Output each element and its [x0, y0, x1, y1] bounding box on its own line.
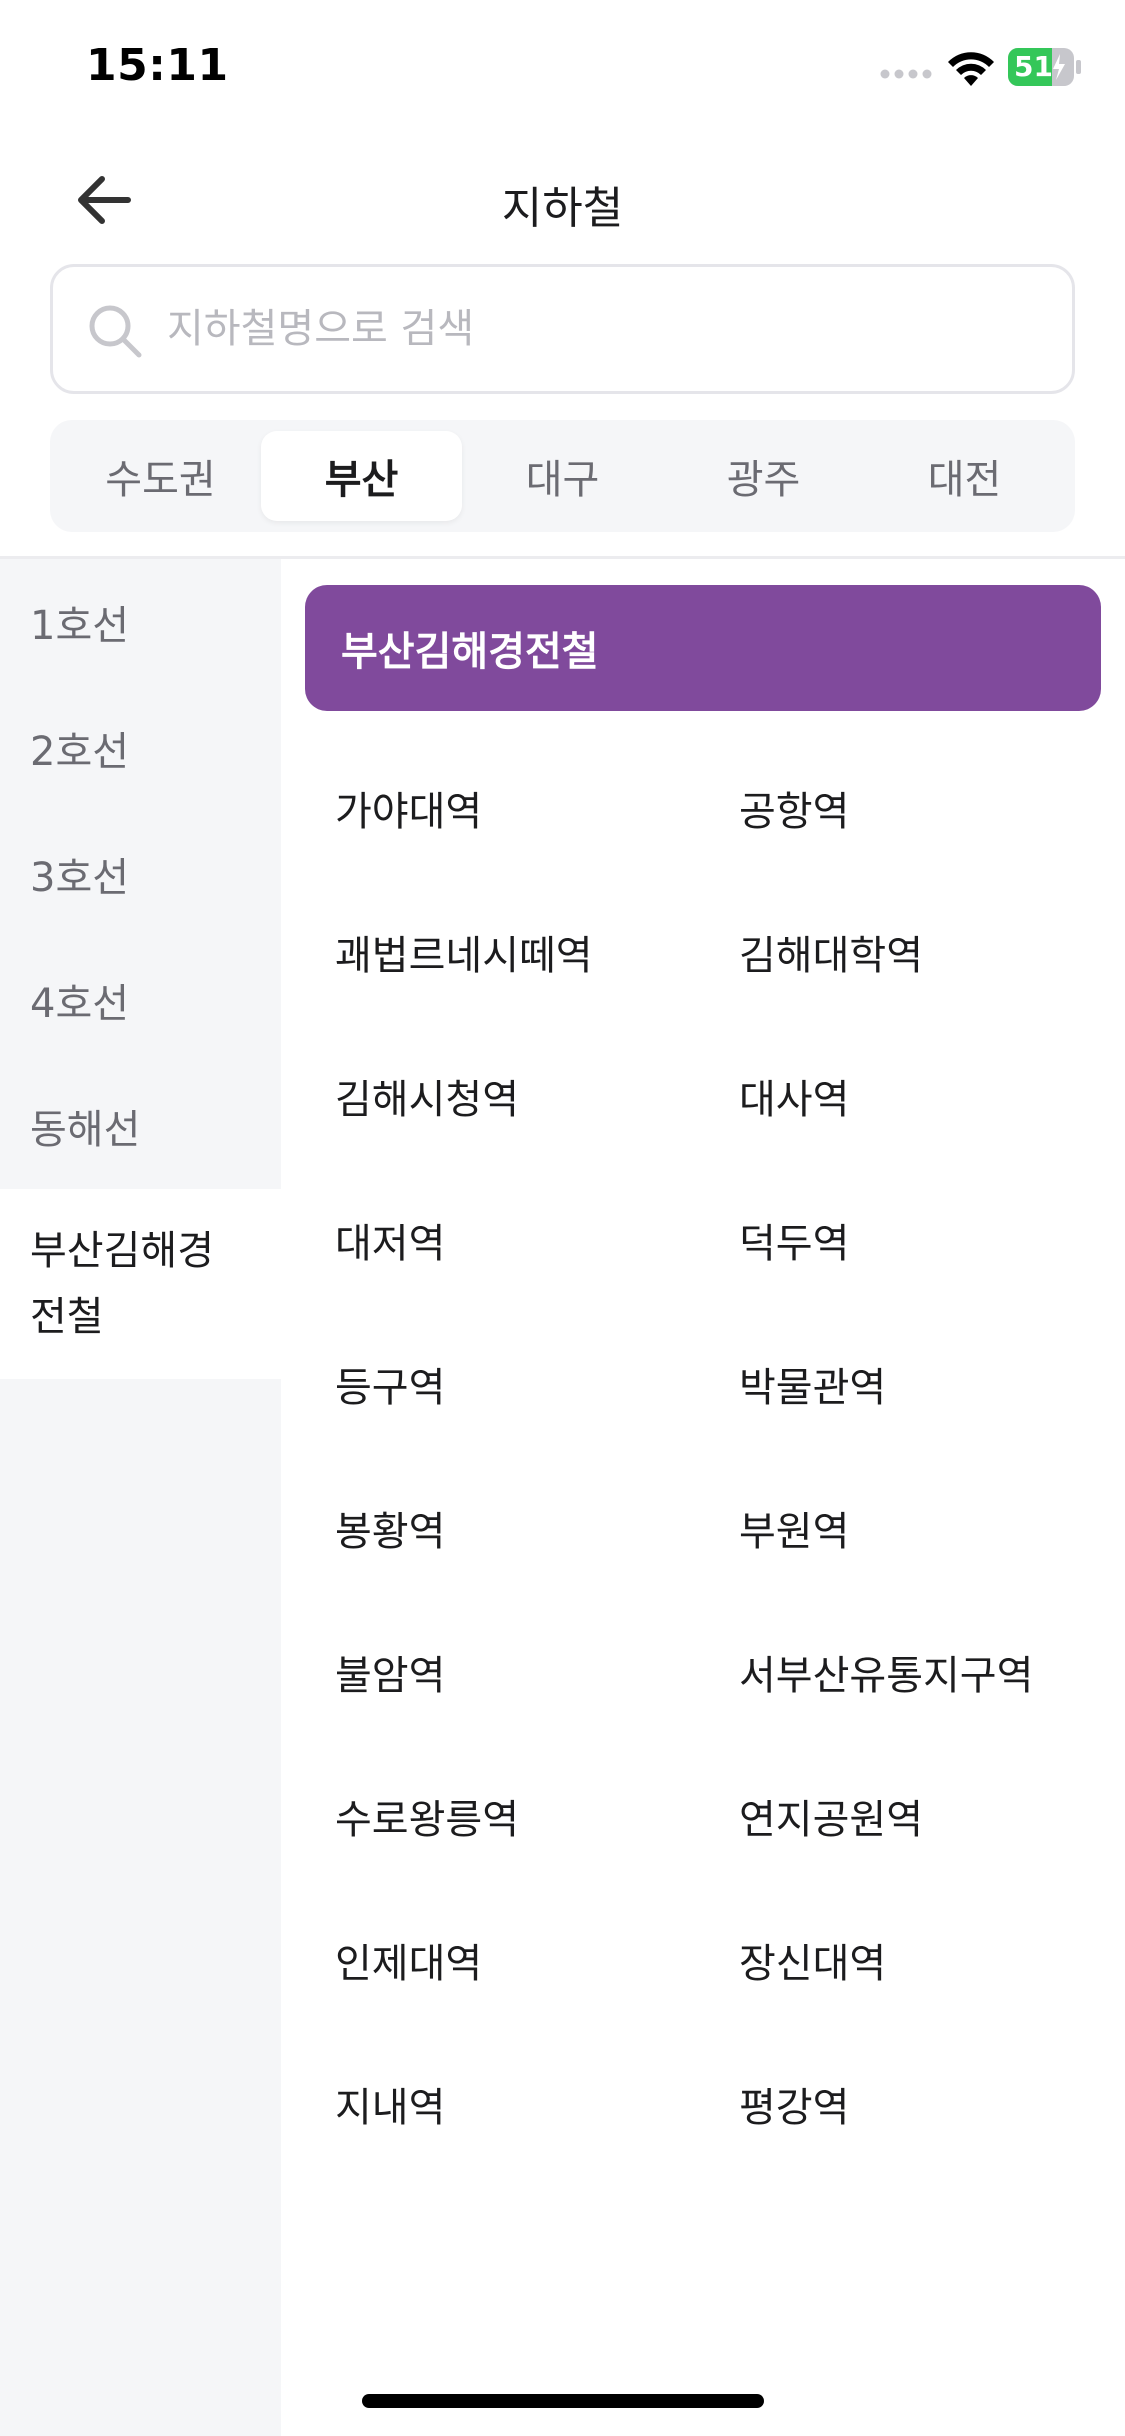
tab-capital-area[interactable]: 수도권: [60, 431, 261, 521]
station-item[interactable]: 대사역: [739, 1067, 849, 1125]
station-item[interactable]: 덕두역: [739, 1211, 849, 1269]
station-item[interactable]: 부원역: [739, 1499, 849, 1557]
station-item[interactable]: 불암역: [335, 1643, 445, 1701]
station-item[interactable]: 장신대역: [739, 1931, 886, 1989]
selected-line-header: 부산김해경전철: [305, 585, 1101, 711]
search-input[interactable]: [167, 267, 1047, 391]
station-item[interactable]: 지내역: [335, 2075, 445, 2133]
wifi-icon: [948, 52, 994, 86]
station-item[interactable]: 서부산유통지구역: [739, 1643, 1033, 1701]
station-item[interactable]: 박물관역: [739, 1355, 886, 1413]
battery-icon: 51: [1008, 48, 1082, 86]
line-item-3[interactable]: 3호선: [0, 811, 281, 937]
page-title: 지하철: [501, 183, 624, 234]
home-indicator: [362, 2394, 764, 2408]
station-item[interactable]: 등구역: [335, 1355, 445, 1413]
tab-busan[interactable]: 부산: [261, 431, 462, 521]
station-item[interactable]: 연지공원역: [739, 1787, 923, 1845]
line-item-4[interactable]: 4호선: [0, 937, 281, 1063]
tab-daejeon[interactable]: 대전: [864, 431, 1065, 521]
station-item[interactable]: 인제대역: [335, 1931, 482, 1989]
line-item-busan-gimhae[interactable]: 부산김해경전철: [0, 1189, 281, 1379]
tab-gwangju[interactable]: 광주: [663, 431, 864, 521]
cellular-signal-icon: [880, 69, 932, 79]
screen: 15:11 51 지하철 지하철명으로 검색 수도권 부산 대구 광주 대전 1…: [0, 0, 1125, 2436]
station-item[interactable]: 김해시청역: [335, 1067, 519, 1125]
station-list: 부산김해경전철 가야대역 공항역 괘법르네시떼역 김해대학역 김해시청역 대사역…: [281, 559, 1125, 2436]
status-bar: 15:11 51: [0, 0, 1125, 140]
region-tabs: 수도권 부산 대구 광주 대전: [50, 420, 1075, 532]
search-box[interactable]: [50, 264, 1075, 394]
line-item-1[interactable]: 1호선: [0, 559, 281, 685]
nav-header: 지하철: [0, 150, 1125, 250]
line-item-label: 부산김해경전철: [30, 1228, 214, 1340]
station-item[interactable]: 괘법르네시떼역: [335, 923, 593, 981]
tab-daegu[interactable]: 대구: [462, 431, 663, 521]
line-sidebar: 1호선 2호선 3호선 4호선 동해선 부산김해경전철: [0, 559, 281, 2436]
station-item[interactable]: 가야대역: [335, 779, 482, 837]
station-item[interactable]: 수로왕릉역: [335, 1787, 519, 1845]
line-item-donghae[interactable]: 동해선: [0, 1063, 281, 1189]
search-icon: [89, 305, 142, 358]
station-item[interactable]: 봉황역: [335, 1499, 445, 1557]
station-item[interactable]: 평강역: [739, 2075, 849, 2133]
line-item-2[interactable]: 2호선: [0, 685, 281, 811]
station-item[interactable]: 김해대학역: [739, 923, 923, 981]
battery-level: 51: [1014, 50, 1053, 83]
status-time: 15:11: [86, 40, 229, 91]
station-item[interactable]: 공항역: [739, 779, 849, 837]
station-item[interactable]: 대저역: [335, 1211, 445, 1269]
